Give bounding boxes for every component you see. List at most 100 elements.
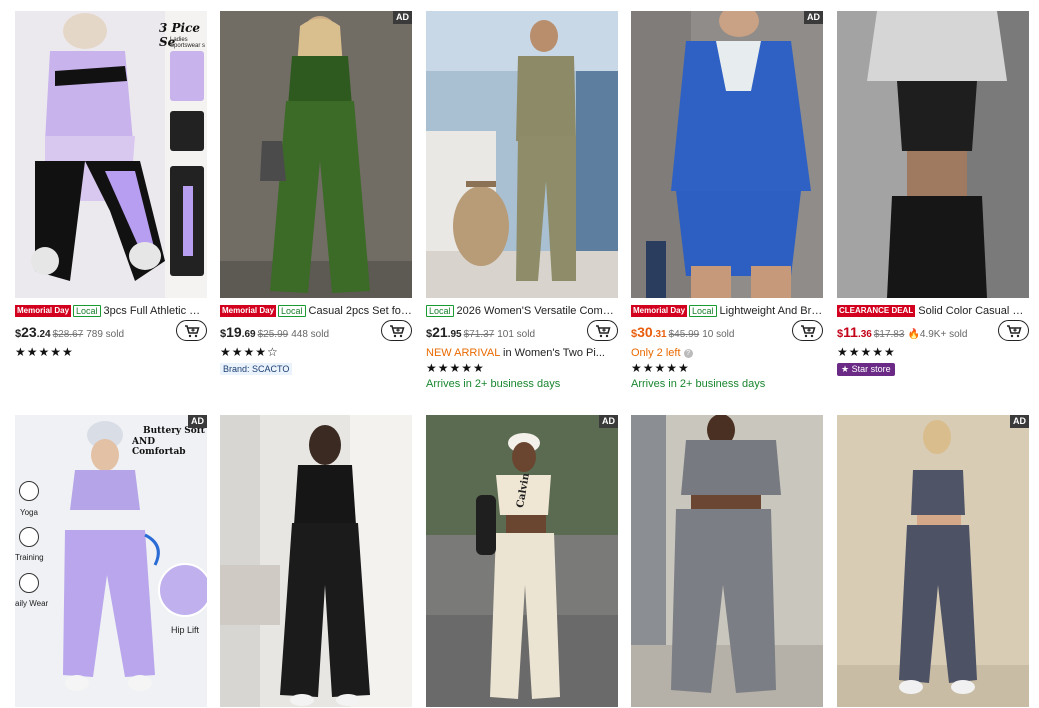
sold-count: 789 sold bbox=[86, 329, 125, 340]
label-yoga: Yoga bbox=[20, 508, 38, 517]
cart-icon bbox=[595, 324, 611, 337]
product-title[interactable]: 3pcs Full Athletic Out... bbox=[104, 305, 207, 317]
product-image[interactable]: AD bbox=[220, 11, 412, 298]
cart-icon bbox=[800, 324, 816, 337]
ad-badge: AD bbox=[188, 415, 207, 428]
original-price: $45.99 bbox=[668, 329, 700, 340]
cart-icon bbox=[1006, 324, 1022, 337]
product-image[interactable]: Buttery Soft AND Comfortab Yoga Training… bbox=[15, 415, 207, 707]
sold-count: 101 sold bbox=[497, 329, 536, 340]
star-icon: ★ bbox=[841, 364, 850, 374]
cart-icon bbox=[184, 324, 200, 337]
price: $30.31 bbox=[631, 324, 667, 340]
local-badge: Local bbox=[73, 304, 101, 317]
new-arrival-line[interactable]: NEW ARRIVAL in Women's Two Pi... bbox=[426, 346, 618, 360]
clearance-deal-badge: CLEARANCE DEAL bbox=[837, 304, 916, 317]
title-row[interactable]: CLEARANCE DEAL Solid Color Casual Wo... bbox=[837, 304, 1029, 317]
product-photo-black-wide-pants bbox=[220, 415, 412, 707]
product-image[interactable] bbox=[631, 415, 823, 707]
local-badge: Local bbox=[278, 304, 306, 317]
original-price: $25.99 bbox=[257, 329, 289, 340]
delivery-estimate: Arrives in 2+ business days bbox=[426, 378, 561, 390]
title-row[interactable]: Memorial Day Local Casual 2pcs Set for .… bbox=[220, 304, 412, 317]
sold-count: 448 sold bbox=[291, 329, 330, 340]
yoga-icon bbox=[19, 481, 39, 501]
add-to-cart-button[interactable] bbox=[381, 320, 412, 341]
price-row: $21.95 $71.37 101 sold bbox=[426, 320, 618, 344]
product-card-olive-jumpsuit[interactable]: Local 2026 Women'S Versatile Comm... $21… bbox=[426, 11, 618, 390]
price-row: $19.69 $25.99 448 sold bbox=[220, 320, 412, 344]
price: $21.95 bbox=[426, 324, 462, 340]
sold-count: 🔥4.9K+ sold bbox=[907, 329, 968, 340]
product-card-athletic-set[interactable]: 3 Pice Se Ladies Sportswear s Memorial D… bbox=[15, 11, 207, 359]
product-image[interactable]: AD bbox=[837, 415, 1029, 707]
product-photo-blue-set bbox=[631, 11, 823, 298]
product-image[interactable]: Calvin AD bbox=[426, 415, 618, 707]
ad-badge: AD bbox=[599, 415, 618, 428]
title-row[interactable]: Local 2026 Women'S Versatile Comm... bbox=[426, 304, 618, 317]
product-card-grey-sweatset[interactable] bbox=[631, 415, 823, 707]
star-rating: ★★★★★ bbox=[837, 345, 896, 359]
title-row[interactable]: Memorial Day Local Lightweight And Brea.… bbox=[631, 304, 823, 317]
star-rating: ★★★★☆ bbox=[220, 345, 279, 359]
product-photo-lavender-set bbox=[15, 11, 207, 298]
memorial-day-badge: Memorial Day bbox=[631, 304, 688, 317]
local-badge: Local bbox=[426, 304, 454, 317]
product-image[interactable]: 3 Pice Se Ladies Sportswear s bbox=[15, 11, 207, 298]
add-to-cart-button[interactable] bbox=[176, 320, 207, 341]
product-card-green-set[interactable]: AD Memorial Day Local Casual 2pcs Set fo… bbox=[220, 11, 412, 377]
price: $23.24 bbox=[15, 324, 51, 340]
product-photo-lavender-leggings bbox=[15, 415, 207, 707]
original-price: $28.67 bbox=[52, 329, 84, 340]
daily-wear-icon bbox=[19, 573, 39, 593]
product-card-lavender-leggings[interactable]: Buttery Soft AND Comfortab Yoga Training… bbox=[15, 415, 207, 707]
product-card-black-set[interactable]: CLEARANCE DEAL Solid Color Casual Wo... … bbox=[837, 11, 1029, 377]
product-card-black-wide-pants[interactable] bbox=[220, 415, 412, 707]
local-badge: Local bbox=[689, 304, 717, 317]
product-photo-olive-set bbox=[426, 11, 618, 298]
product-title[interactable]: Casual 2pcs Set for ... bbox=[309, 305, 412, 317]
title-row[interactable]: Memorial Day Local 3pcs Full Athletic Ou… bbox=[15, 304, 207, 317]
overlay-line2: AND Comfortab bbox=[132, 437, 186, 457]
product-card-blue-set[interactable]: AD Memorial Day Local Lightweight And Br… bbox=[631, 11, 823, 390]
product-image[interactable] bbox=[220, 415, 412, 707]
star-rating: ★★★★★ bbox=[15, 345, 74, 359]
stock-warning: Only 2 left ? bbox=[631, 346, 823, 360]
product-photo-cream-set bbox=[426, 415, 618, 707]
memorial-day-badge: Memorial Day bbox=[15, 304, 72, 317]
price: $19.69 bbox=[220, 324, 256, 340]
original-price: $17.83 bbox=[873, 329, 905, 340]
ad-badge: AD bbox=[393, 11, 412, 24]
product-title[interactable]: 2026 Women'S Versatile Comm... bbox=[457, 305, 618, 317]
add-to-cart-button[interactable] bbox=[998, 320, 1029, 341]
ad-badge: AD bbox=[804, 11, 823, 24]
help-icon[interactable]: ? bbox=[683, 348, 693, 358]
original-price: $71.37 bbox=[463, 329, 495, 340]
delivery-estimate: Arrives in 2+ business days bbox=[631, 378, 766, 390]
add-to-cart-button[interactable] bbox=[587, 320, 618, 341]
memorial-day-badge: Memorial Day bbox=[220, 304, 277, 317]
product-image[interactable] bbox=[837, 11, 1029, 298]
product-card-navy-leggings[interactable]: AD bbox=[837, 415, 1029, 707]
ad-badge: AD bbox=[1010, 415, 1029, 428]
product-card-cream-set[interactable]: Calvin AD bbox=[426, 415, 618, 707]
product-photo-navy-leggings bbox=[837, 415, 1029, 707]
price-row: $30.31 $45.99 10 sold bbox=[631, 320, 823, 344]
brand-badge[interactable]: Brand: SCACTO bbox=[220, 363, 293, 375]
product-image[interactable]: AD bbox=[631, 11, 823, 298]
sold-count: 10 sold bbox=[702, 329, 735, 340]
label-hip-lift: Hip Lift bbox=[171, 625, 200, 635]
product-photo-green-set bbox=[220, 11, 412, 298]
star-rating: ★★★★★ bbox=[631, 361, 690, 375]
label-training: Training bbox=[15, 553, 44, 562]
product-title[interactable]: Solid Color Casual Wo... bbox=[918, 305, 1029, 317]
cart-icon bbox=[389, 324, 405, 337]
product-image[interactable] bbox=[426, 11, 618, 298]
price-row: $11.36 $17.83 🔥4.9K+ sold bbox=[837, 320, 1029, 344]
add-to-cart-button[interactable] bbox=[792, 320, 823, 341]
product-photo-grey-sweatset bbox=[631, 415, 823, 707]
star-store-badge[interactable]: ★ Star store bbox=[837, 363, 895, 376]
product-title[interactable]: Lightweight And Brea... bbox=[720, 305, 823, 317]
label-daily-wear: aily Wear bbox=[15, 599, 49, 608]
product-photo-black-set bbox=[837, 11, 1029, 298]
